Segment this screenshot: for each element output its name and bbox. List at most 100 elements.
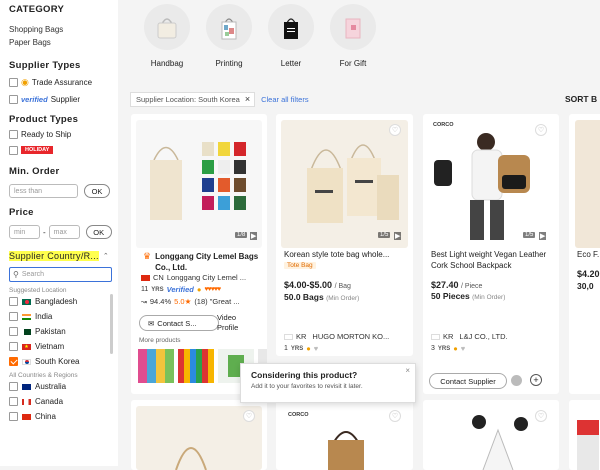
product-card[interactable]: 1/8 ▶ ♛ Longgang City Lemel Bags Co., Lt…: [131, 114, 267, 394]
sort-by-label[interactable]: SORT B: [565, 94, 597, 104]
supplier-row[interactable]: CN Longgang City Lemel ...: [141, 273, 246, 282]
country-search-input[interactable]: ⚲ Search: [9, 267, 112, 282]
video-profile-link[interactable]: Video Profile: [217, 313, 257, 333]
country-checkbox[interactable]: [9, 297, 18, 306]
close-icon[interactable]: ×: [245, 94, 250, 104]
printed-bag-icon: [206, 4, 252, 50]
favorite-heart-icon[interactable]: ♡: [535, 124, 547, 136]
supplier-row[interactable]: KR L&J CO., LTD.: [431, 332, 508, 341]
price-row: $27.40 / Piece: [431, 280, 482, 290]
product-image[interactable]: [463, 410, 533, 470]
product-title[interactable]: Korean style tote bag whole...: [284, 249, 409, 260]
close-icon[interactable]: ×: [405, 366, 410, 375]
product-image[interactable]: [577, 420, 599, 470]
min-order-input[interactable]: less than: [9, 184, 78, 198]
play-video-icon[interactable]: ▶: [250, 232, 258, 240]
ready-to-ship-filter[interactable]: Ready to Ship: [9, 126, 118, 143]
verified-supplier-filter[interactable]: verified Supplier: [9, 91, 118, 108]
category-printing[interactable]: Printing: [198, 4, 260, 82]
product-image[interactable]: [281, 120, 408, 248]
country-checkbox[interactable]: [9, 312, 18, 321]
image-count: 1/5: [378, 232, 391, 238]
supplier-badges-row: 3 YRS ● ♥: [431, 344, 465, 353]
chat-icon[interactable]: [511, 375, 522, 386]
country-item-bangladesh[interactable]: Bangladesh: [9, 294, 113, 309]
trade-assurance-checkbox[interactable]: [9, 78, 18, 87]
australia-flag-icon: [22, 383, 31, 390]
price-ok-button[interactable]: OK: [85, 225, 112, 239]
country-item-pakistan[interactable]: Pakistan: [9, 324, 113, 339]
corco-logo: CORCO: [288, 412, 309, 418]
product-title[interactable]: Longgang City Lemel Bags Co., Ltd.: [155, 251, 263, 273]
contact-supplier-button[interactable]: Contact Supplier: [429, 373, 507, 389]
favorite-heart-icon[interactable]: ♡: [389, 124, 401, 136]
supplier-name-row[interactable]: ♛ Longgang City Lemel Bags Co., Ltd.: [143, 251, 263, 273]
chat-icon: ✉: [148, 318, 155, 328]
price-max-input[interactable]: max: [48, 225, 80, 239]
product-card[interactable]: [569, 400, 600, 470]
play-video-icon[interactable]: ▶: [539, 232, 547, 240]
review-count[interactable]: (18) "Great ...: [194, 297, 239, 306]
min-order-ok-button[interactable]: OK: [84, 184, 110, 198]
ready-to-ship-label: Ready to Ship: [21, 130, 72, 139]
category-link-shopping-bags[interactable]: Shopping Bags: [9, 23, 118, 36]
supplier-name[interactable]: Longgang City Lemel ...: [167, 273, 246, 282]
country-item-south-korea[interactable]: South Korea: [9, 354, 113, 369]
price-dash: -: [43, 227, 46, 237]
holiday-checkbox[interactable]: [9, 145, 18, 155]
verified-supplier-checkbox[interactable]: [9, 95, 18, 104]
product-card[interactable]: ♡: [131, 400, 267, 470]
price-unit: / Piece: [461, 283, 483, 290]
country-item-vietnam[interactable]: ★ Vietnam: [9, 339, 113, 354]
price-min-input[interactable]: min: [9, 225, 40, 239]
play-video-icon[interactable]: ▶: [394, 232, 402, 240]
country-checkbox[interactable]: [9, 412, 18, 421]
product-card[interactable]: ♡: [423, 400, 559, 470]
product-card[interactable]: Eco F... $4.20 30,0: [569, 114, 600, 394]
handbag-icon: [144, 4, 190, 50]
chevron-up-icon[interactable]: ⌃: [103, 252, 109, 260]
country-item-canada[interactable]: Canada: [9, 394, 118, 409]
product-thumbnail[interactable]: [138, 349, 174, 383]
trade-assurance-filter[interactable]: ◉ Trade Assurance: [9, 74, 118, 91]
product-thumbnail[interactable]: [178, 349, 214, 383]
favorite-heart-icon[interactable]: ♡: [243, 410, 255, 422]
category-handbag[interactable]: Handbag: [136, 4, 198, 82]
country-checkbox[interactable]: [9, 342, 18, 351]
country-checkbox[interactable]: [9, 397, 18, 406]
country-item-australia[interactable]: Australia: [9, 379, 118, 394]
country-label: Pakistan: [35, 327, 66, 336]
supplier-name[interactable]: HUGO MORTON KO...: [312, 332, 389, 341]
category-for-gift[interactable]: For Gift: [322, 4, 384, 82]
country-item-india[interactable]: India: [9, 309, 113, 324]
supplier-country-header[interactable]: Supplier Country/R... ⌃: [9, 251, 118, 261]
product-title[interactable]: Best Light weight Vegan Leather Cork Sch…: [431, 249, 556, 271]
product-image[interactable]: [136, 120, 262, 248]
product-image[interactable]: [575, 120, 600, 248]
supplier-name[interactable]: L&J CO., LTD.: [459, 332, 507, 341]
product-card[interactable]: CORCO ♡ 1/5 ▶ Best Light weight Vegan Le…: [423, 114, 559, 394]
country-checkbox-checked[interactable]: [9, 357, 18, 366]
south-korea-flag-icon: [22, 358, 31, 365]
product-title[interactable]: Eco F...: [577, 249, 600, 260]
ready-to-ship-checkbox[interactable]: [9, 130, 18, 139]
contact-supplier-button[interactable]: ✉ Contact S...: [139, 315, 219, 331]
category-link-paper-bags[interactable]: Paper Bags: [9, 36, 118, 49]
clear-all-filters-link[interactable]: Clear all filters: [261, 95, 309, 104]
holiday-filter[interactable]: HOLIDAY: [9, 143, 118, 157]
supplier-badges-row: 1 YRS ● ♥: [284, 344, 318, 353]
product-card[interactable]: CORCO ♡: [276, 400, 413, 470]
compare-add-icon[interactable]: +: [530, 374, 542, 386]
china-flag-icon: [141, 274, 150, 281]
favorite-heart-icon[interactable]: ♡: [389, 410, 401, 422]
country-item-china[interactable]: China: [9, 409, 118, 424]
country-checkbox[interactable]: [9, 382, 18, 391]
product-image[interactable]: [316, 420, 376, 470]
product-card[interactable]: ♡ 1/5 ▶ Korean style tote bag whole... T…: [276, 114, 413, 356]
favorite-heart-icon[interactable]: ♡: [535, 410, 547, 422]
category-letter[interactable]: Letter: [260, 4, 322, 82]
country-checkbox[interactable]: [9, 327, 18, 336]
supplier-row[interactable]: KR HUGO MORTON KO...: [284, 332, 389, 341]
product-image[interactable]: [428, 120, 554, 248]
country-list-scrollbar[interactable]: [110, 294, 113, 354]
